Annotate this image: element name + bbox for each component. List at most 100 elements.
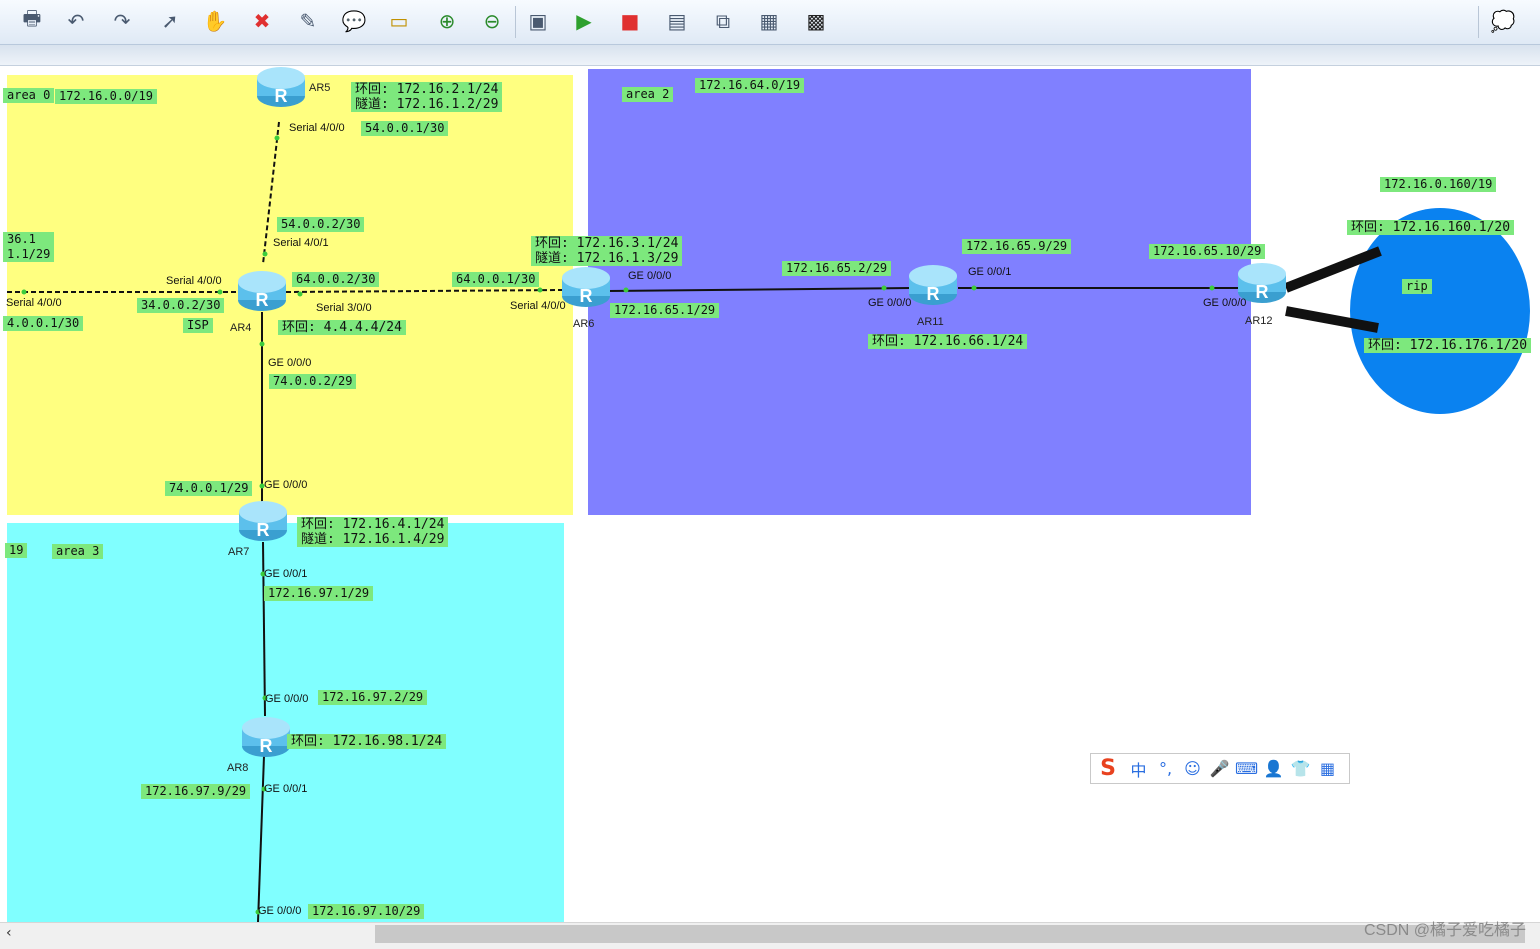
- svg-text:R: R: [256, 290, 269, 310]
- chat-icon[interactable]: 💭: [1488, 6, 1518, 36]
- ar8-loopback-label: 环回: 172.16.98.1/24: [287, 734, 447, 749]
- area3-network-label: 19: [5, 543, 28, 558]
- link-ar12-rip-2: [1285, 306, 1379, 333]
- ar4-s401-port: Serial 4/0/1: [273, 237, 329, 249]
- ar8-ge001-port: GE 0/0/1: [264, 783, 308, 795]
- punctuation-icon[interactable]: °,: [1152, 759, 1179, 778]
- router-ar8-icon[interactable]: R: [240, 716, 292, 758]
- router-ar12-name: AR12: [1245, 315, 1273, 327]
- ar4-s401-ip-label: 54.0.0.2/30: [277, 217, 365, 232]
- keyboard-icon[interactable]: ⌨: [1233, 759, 1260, 778]
- router-ar8-name: AR8: [227, 762, 249, 774]
- bottom-ge000-port: GE 0/0/0: [258, 905, 302, 917]
- ar11-ge001-port: GE 0/0/1: [968, 266, 1012, 278]
- router-ar7-icon[interactable]: R: [237, 500, 289, 542]
- zoom-out-icon[interactable]: ⊖: [477, 6, 507, 36]
- text-comment-icon[interactable]: 💬: [339, 6, 369, 36]
- capture-icon[interactable]: ▤: [662, 6, 692, 36]
- ar11-ge001-ip-label: 172.16.65.9/29: [962, 239, 1072, 254]
- fit-screen-icon[interactable]: ▣: [523, 6, 553, 36]
- pointer-icon[interactable]: ➚: [155, 6, 185, 36]
- link-ar4-ar6: [285, 289, 563, 293]
- left-s400-ip-label: 4.0.0.1/30: [3, 316, 84, 331]
- undo-icon[interactable]: ↶: [61, 6, 91, 36]
- svg-text:R: R: [257, 520, 270, 540]
- toolbar-separator: [515, 6, 516, 38]
- skin-icon[interactable]: 👕: [1287, 759, 1314, 778]
- ar7-ge000-ip-label: 74.0.0.1/29: [165, 481, 253, 496]
- area3-label: area 3: [52, 544, 104, 559]
- ar5-loopback-label: 环回: 172.16.2.1/24 隧道: 172.16.1.2/29: [351, 82, 503, 112]
- zoom-in-icon[interactable]: ⊕: [432, 6, 462, 36]
- horizontal-scrollbar[interactable]: ‹: [0, 922, 1540, 949]
- rip-network-label: 172.16.0.160/19: [1380, 177, 1497, 192]
- router-ar5-name: AR5: [309, 82, 331, 94]
- area2-network-label: 172.16.64.0/19: [695, 78, 805, 93]
- delete-icon[interactable]: ✖: [247, 6, 277, 36]
- router-ar11-name: AR11: [917, 316, 944, 328]
- ar7-ge000-port: GE 0/0/0: [264, 479, 308, 491]
- rip-label: rip: [1402, 279, 1432, 294]
- toolbar: 🖶 ↶ ↷ ➚ ✋ ✖ ✎ 💬 ▭ ⊕ ⊖ ▣ ▶ ■ ▤ ⧉ ▦ ▩ 💭: [0, 0, 1540, 45]
- ar6-ge000-ip-label: 172.16.65.1/29: [610, 303, 720, 318]
- area0-label: area 0: [3, 88, 55, 103]
- svg-text:R: R: [260, 736, 273, 756]
- svg-text:R: R: [1256, 282, 1269, 302]
- isp-label: ISP: [183, 318, 213, 333]
- ar12-loopback2-label: 环回: 172.16.176.1/20: [1364, 338, 1532, 353]
- svg-text:R: R: [927, 284, 940, 304]
- ar11-ge000-port: GE 0/0/0: [868, 297, 912, 309]
- ar12-loopback1-label: 环回: 172.16.160.1/20: [1347, 220, 1515, 235]
- print-icon[interactable]: 🖶: [17, 6, 47, 36]
- router-ar4-name: AR4: [230, 322, 252, 334]
- ar6-ge000-port: GE 0/0/0: [628, 270, 672, 282]
- ar6-s400-port: Serial 4/0/0: [510, 300, 566, 312]
- link-ar12-rip-1: [1284, 246, 1382, 293]
- router-ar5-icon[interactable]: R: [255, 66, 307, 108]
- rectangle-icon[interactable]: ▭: [384, 6, 414, 36]
- ar4-s300-ip-label: 64.0.0.2/30: [292, 272, 380, 287]
- ar4-loopback-label: 环回: 4.4.4.4/24: [278, 320, 406, 335]
- router-ar11-icon[interactable]: R: [907, 264, 959, 306]
- grid-icon[interactable]: ▦: [754, 6, 784, 36]
- user-icon[interactable]: 👤: [1260, 759, 1287, 778]
- ar4-ge000-ip-label: 74.0.0.2/29: [269, 374, 357, 389]
- toolbar-separator: [1478, 6, 1479, 38]
- ar12-ge000-port: GE 0/0/0: [1203, 297, 1247, 309]
- router-ar6-icon[interactable]: R: [560, 266, 612, 308]
- ime-toolbar[interactable]: S 中 °, ☺ 🎤 ⌨ 👤 👕 ▦: [1090, 753, 1350, 784]
- hand-icon[interactable]: ✋: [200, 6, 230, 36]
- clear-link-icon[interactable]: ✎: [293, 6, 323, 36]
- watermark: CSDN @橘子爱吃橘子: [1363, 922, 1526, 939]
- topology-icon[interactable]: ⧉: [708, 6, 738, 36]
- scroll-left-arrow-icon[interactable]: ‹: [6, 925, 12, 941]
- ar6-loopback-label: 环回: 172.16.3.1/24 隧道: 172.16.1.3/29: [531, 236, 683, 266]
- console-icon[interactable]: ▩: [801, 6, 831, 36]
- ar8-ge000-ip-label: 172.16.97.2/29: [318, 690, 428, 705]
- router-ar4-icon[interactable]: R: [236, 270, 288, 312]
- ar4-ge000-port: GE 0/0/0: [268, 357, 312, 369]
- start-device-icon[interactable]: ▶: [569, 6, 599, 36]
- toolbox-icon[interactable]: ▦: [1314, 759, 1341, 778]
- ar8-ge000-port: GE 0/0/0: [265, 693, 309, 705]
- ar4-s400-ip-label: 34.0.0.2/30: [137, 298, 225, 313]
- area0-network-label: 172.16.0.0/19: [55, 89, 157, 104]
- sogou-logo-icon[interactable]: S: [1091, 756, 1125, 781]
- microphone-icon[interactable]: 🎤: [1206, 759, 1233, 778]
- ar5-s400-ip-label: 54.0.0.1/30: [361, 121, 449, 136]
- router-ar7-name: AR7: [228, 546, 250, 558]
- bottom-ge000-ip-label: 172.16.97.10/29: [308, 904, 425, 919]
- ar8-ge001-ip-label: 172.16.97.9/29: [141, 784, 251, 799]
- left-s400-port: Serial 4/0/0: [6, 297, 62, 309]
- left-partial-label: 36.1 1.1/29: [3, 232, 55, 262]
- topology-canvas[interactable]: R R R R R R R AR5 AR4 AR6 AR11 AR12 AR7 …: [0, 66, 1540, 922]
- ar4-s300-port: Serial 3/0/0: [316, 302, 372, 314]
- redo-icon[interactable]: ↷: [107, 6, 137, 36]
- emoji-icon[interactable]: ☺: [1179, 759, 1206, 778]
- ar7-ge001-port: GE 0/0/1: [264, 568, 308, 580]
- ar11-loopback-label: 环回: 172.16.66.1/24: [868, 334, 1028, 349]
- chinese-mode-icon[interactable]: 中: [1125, 757, 1152, 781]
- ar12-ge000-ip-label: 172.16.65.10/29: [1149, 244, 1266, 259]
- scrollbar-thumb[interactable]: [375, 925, 1525, 943]
- stop-device-icon[interactable]: ■: [615, 6, 645, 36]
